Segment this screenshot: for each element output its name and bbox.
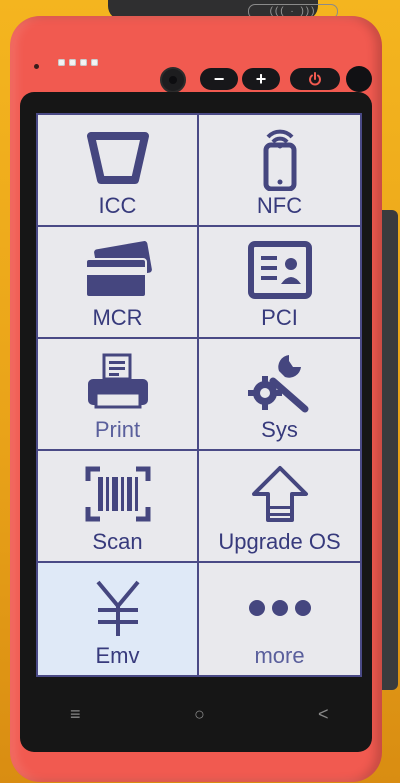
tile-nfc[interactable]: NFC	[199, 115, 360, 227]
upgrade-arrow-icon	[244, 463, 316, 525]
tile-pci[interactable]: PCI	[199, 227, 360, 339]
power-button[interactable]	[290, 68, 340, 90]
app-launcher-screen: ICC NFC MCR PCI Print Sys Scan Upgrade O…	[36, 113, 362, 677]
tile-more[interactable]: more	[199, 563, 360, 675]
chip-card-icon	[82, 127, 154, 189]
tile-mcr[interactable]: MCR	[38, 227, 199, 339]
tile-label: Print	[94, 417, 141, 442]
volume-up-button[interactable]: +	[242, 68, 280, 90]
id-card-icon	[244, 239, 316, 301]
tile-sys[interactable]: Sys	[199, 339, 360, 451]
power-icon	[309, 72, 321, 86]
tile-label: ICC	[98, 193, 137, 218]
front-camera	[160, 67, 186, 93]
tile-label: Scan	[92, 529, 143, 554]
app-grid: ICC NFC MCR PCI Print Sys Scan Upgrade O…	[38, 115, 360, 675]
tile-label: Emv	[95, 643, 140, 668]
tile-scan[interactable]: Scan	[38, 451, 199, 563]
menu-icon[interactable]: ≡	[70, 702, 81, 726]
tile-label: Sys	[261, 417, 298, 442]
nfc-phone-icon	[244, 127, 316, 191]
tile-label: PCI	[261, 305, 298, 330]
speaker-grille	[58, 59, 98, 66]
back-icon[interactable]: <	[318, 702, 329, 726]
settings-tools-icon	[244, 351, 316, 413]
volume-down-button[interactable]: −	[200, 68, 238, 90]
yuan-icon	[82, 577, 154, 639]
tile-label: Upgrade OS	[218, 529, 341, 554]
magnetic-card-icon	[82, 239, 154, 301]
tile-label: more	[254, 643, 305, 668]
tile-print[interactable]: Print	[38, 339, 199, 451]
printer-icon	[82, 351, 154, 413]
system-navbar: ≡ ○ <	[36, 690, 362, 740]
more-dots-icon	[244, 577, 316, 639]
microphone-dot	[34, 64, 39, 69]
tile-label: NFC	[256, 193, 303, 218]
home-icon[interactable]: ○	[194, 702, 205, 726]
tile-upgrade-os[interactable]: Upgrade OS	[199, 451, 360, 563]
barcode-scan-icon	[82, 463, 154, 525]
proximity-sensor	[346, 66, 372, 92]
tile-label: MCR	[92, 305, 143, 330]
tile-icc[interactable]: ICC	[38, 115, 199, 227]
tile-emv[interactable]: Emv	[38, 563, 199, 675]
